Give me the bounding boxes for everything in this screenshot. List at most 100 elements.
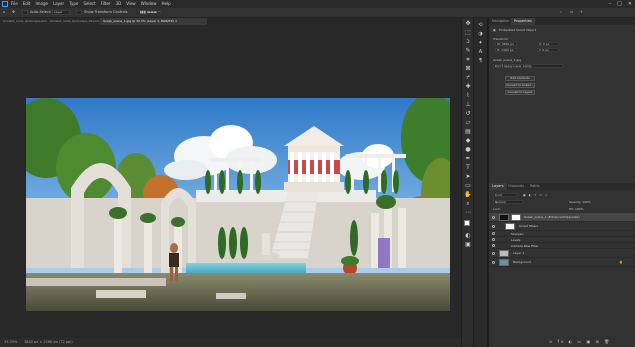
quick-mask-icon[interactable]: ◐	[464, 232, 472, 240]
tab-layers[interactable]: Layers	[489, 183, 507, 190]
brushes-icon[interactable]: ✦	[477, 40, 484, 47]
menu-item[interactable]: Select	[83, 0, 95, 8]
gradient-icon[interactable]: ▤	[464, 128, 472, 136]
menu-item[interactable]: View	[126, 0, 136, 8]
smart-filter-mask-thumbnail	[505, 223, 515, 230]
workspace-icon[interactable]: ▭	[570, 9, 573, 16]
eyedropper-icon[interactable]: ⌿	[464, 74, 472, 82]
filter-icons[interactable]: ▣ ◐ T ▭ ◇	[523, 193, 548, 197]
layer-name: Smart Filters	[519, 224, 539, 228]
image-canvas[interactable]	[26, 98, 450, 311]
blur-icon[interactable]: ◆	[464, 137, 472, 145]
properties-header: Embedded Smart Object	[499, 28, 536, 32]
visibility-eye-icon[interactable]	[492, 261, 495, 264]
width-value: W: 3840 px	[497, 42, 515, 46]
zoom-level[interactable]: 33.33%	[4, 338, 17, 347]
document-info[interactable]: 3840 px × 2160 px (72 ppi)	[24, 338, 73, 347]
stamp-icon[interactable]: ⊥	[464, 101, 472, 109]
kind-filter-value: Kind	[495, 193, 502, 197]
more-tools-icon[interactable]: ⋯	[464, 209, 472, 217]
layer-row[interactable]: Greek_scene_1 (Enhanced/Upscaled)	[489, 213, 635, 222]
visibility-eye-icon[interactable]	[492, 232, 495, 235]
y-value: Y: 0 px	[539, 48, 549, 52]
home-icon[interactable]: ⌂	[3, 9, 5, 16]
rectangle-icon[interactable]: ▭	[464, 182, 472, 190]
visibility-eye-icon[interactable]	[492, 244, 495, 247]
status-bar: 33.33% 3840 px × 2160 px (72 ppi)	[0, 338, 461, 347]
transform-controls-label: Show Transform Controls	[84, 10, 128, 14]
healing-icon[interactable]: ✚	[464, 83, 472, 91]
zoom-icon[interactable]: ⌕	[464, 200, 472, 208]
menu-item[interactable]: Window	[141, 0, 157, 8]
move-icon[interactable]: ✥	[464, 20, 472, 28]
minimize-button[interactable]: –	[609, 0, 612, 8]
visibility-eye-icon[interactable]	[492, 216, 495, 219]
auto-select-value: Layer	[54, 10, 63, 14]
path-select-icon[interactable]: ➤	[464, 173, 472, 181]
hand-icon[interactable]: ✋	[464, 191, 472, 199]
menu-item[interactable]: Type	[69, 0, 78, 8]
fill-value[interactable]: Fill: 100%	[569, 207, 584, 211]
linked-file-label: Greek_scene_1.jpg	[493, 58, 522, 62]
pen-icon[interactable]: ✒	[464, 155, 472, 163]
move-tool-icon[interactable]: ✥	[12, 9, 15, 16]
character-icon[interactable]: A	[477, 49, 484, 56]
menu-item[interactable]: Help	[161, 0, 170, 8]
visibility-eye-icon[interactable]	[492, 238, 495, 241]
tab-paths[interactable]: Paths	[527, 183, 543, 190]
layer-mask-thumbnail	[511, 214, 521, 221]
panel-icon-strip: ⟲ ◑ ✦ A ¶	[474, 18, 488, 347]
history-icon[interactable]: ⟲	[477, 22, 484, 29]
type-icon[interactable]: T	[464, 164, 472, 172]
tab-properties[interactable]: Properties	[511, 18, 535, 25]
auto-select-dropdown[interactable]: Layer	[52, 10, 70, 15]
menu-item[interactable]: Layer	[53, 0, 64, 8]
close-button[interactable]: ✕	[628, 0, 632, 8]
convert-to-linked-button[interactable]: Convert to Linked...	[505, 83, 535, 88]
menu-items: File Edit Image Layer Type Select Filter…	[11, 0, 171, 8]
menu-item[interactable]: Filter	[101, 0, 111, 8]
menu-item[interactable]: 3D	[116, 0, 122, 8]
menu-item[interactable]: File	[11, 0, 18, 8]
history-brush-icon[interactable]: ↺	[464, 110, 472, 118]
lasso-icon[interactable]: ↄ	[464, 38, 472, 46]
edit-contents-button[interactable]: Edit Contents	[505, 76, 535, 81]
layer-thumbnail	[499, 250, 509, 257]
visibility-eye-icon[interactable]	[492, 252, 495, 255]
convert-to-layers-button[interactable]: Convert to Layers	[505, 90, 535, 95]
foreground-color-swatch[interactable]	[464, 220, 470, 226]
marquee-icon[interactable]: ⬚	[464, 29, 472, 37]
brush-icon[interactable]: ⌇	[464, 92, 472, 100]
window-controls: – □ ✕	[609, 0, 632, 8]
frame-icon[interactable]: ⊠	[464, 65, 472, 73]
crop-icon[interactable]: ⌗	[464, 56, 472, 64]
tab-document-2[interactable]: Ancient_ruins_landscape_02.psd @ 16.7% (…	[47, 18, 100, 25]
transform-controls-checkbox[interactable]	[76, 10, 82, 15]
tab-document-1[interactable]: Ancient_ruins_landscape.psd @ 16.7% (Rui…	[0, 18, 47, 25]
layer-row[interactable]: Smart Filters	[489, 222, 635, 231]
share-icon[interactable]: ⇪	[580, 9, 583, 16]
adjustments-icon[interactable]: ◑	[477, 31, 484, 38]
layers-footer-icons[interactable]: ∞ fx ◐ ▭ ▣ ⊞ 🗑	[549, 339, 611, 344]
menu-item[interactable]: Edit	[23, 0, 31, 8]
search-icon[interactable]: ⌕	[560, 9, 562, 16]
tab-navigator[interactable]: Navigator	[489, 18, 512, 25]
x-value: X: 0 px	[539, 42, 550, 46]
opacity-value[interactable]: Opacity: 100%	[569, 200, 591, 204]
align-icons[interactable]: ▮▮▮ ▬▬▬ ···	[140, 9, 161, 16]
tab-document-active[interactable]: Greek_scene_1.jpg @ 33.3% (Layer 3, RGB/…	[100, 18, 207, 25]
layer-row[interactable]: Layer 1	[489, 249, 635, 258]
maximize-button[interactable]: □	[617, 0, 622, 8]
visibility-eye-icon[interactable]	[492, 225, 495, 228]
lock-icon: 🔒	[619, 260, 623, 264]
tab-channels[interactable]: Channels	[505, 183, 527, 190]
menu-item[interactable]: Image	[35, 0, 48, 8]
quick-select-icon[interactable]: ✎	[464, 47, 472, 55]
paragraph-icon[interactable]: ¶	[477, 58, 484, 65]
screen-mode-icon[interactable]: ▣	[464, 241, 472, 249]
auto-select-checkbox[interactable]	[22, 10, 28, 15]
eraser-icon[interactable]: ▱	[464, 119, 472, 127]
dodge-icon[interactable]: ●	[464, 146, 472, 154]
layer-row[interactable]: Background 🔒	[489, 258, 635, 267]
document-tabs: Ancient_ruins_landscape.psd @ 16.7% (Rui…	[0, 18, 461, 25]
